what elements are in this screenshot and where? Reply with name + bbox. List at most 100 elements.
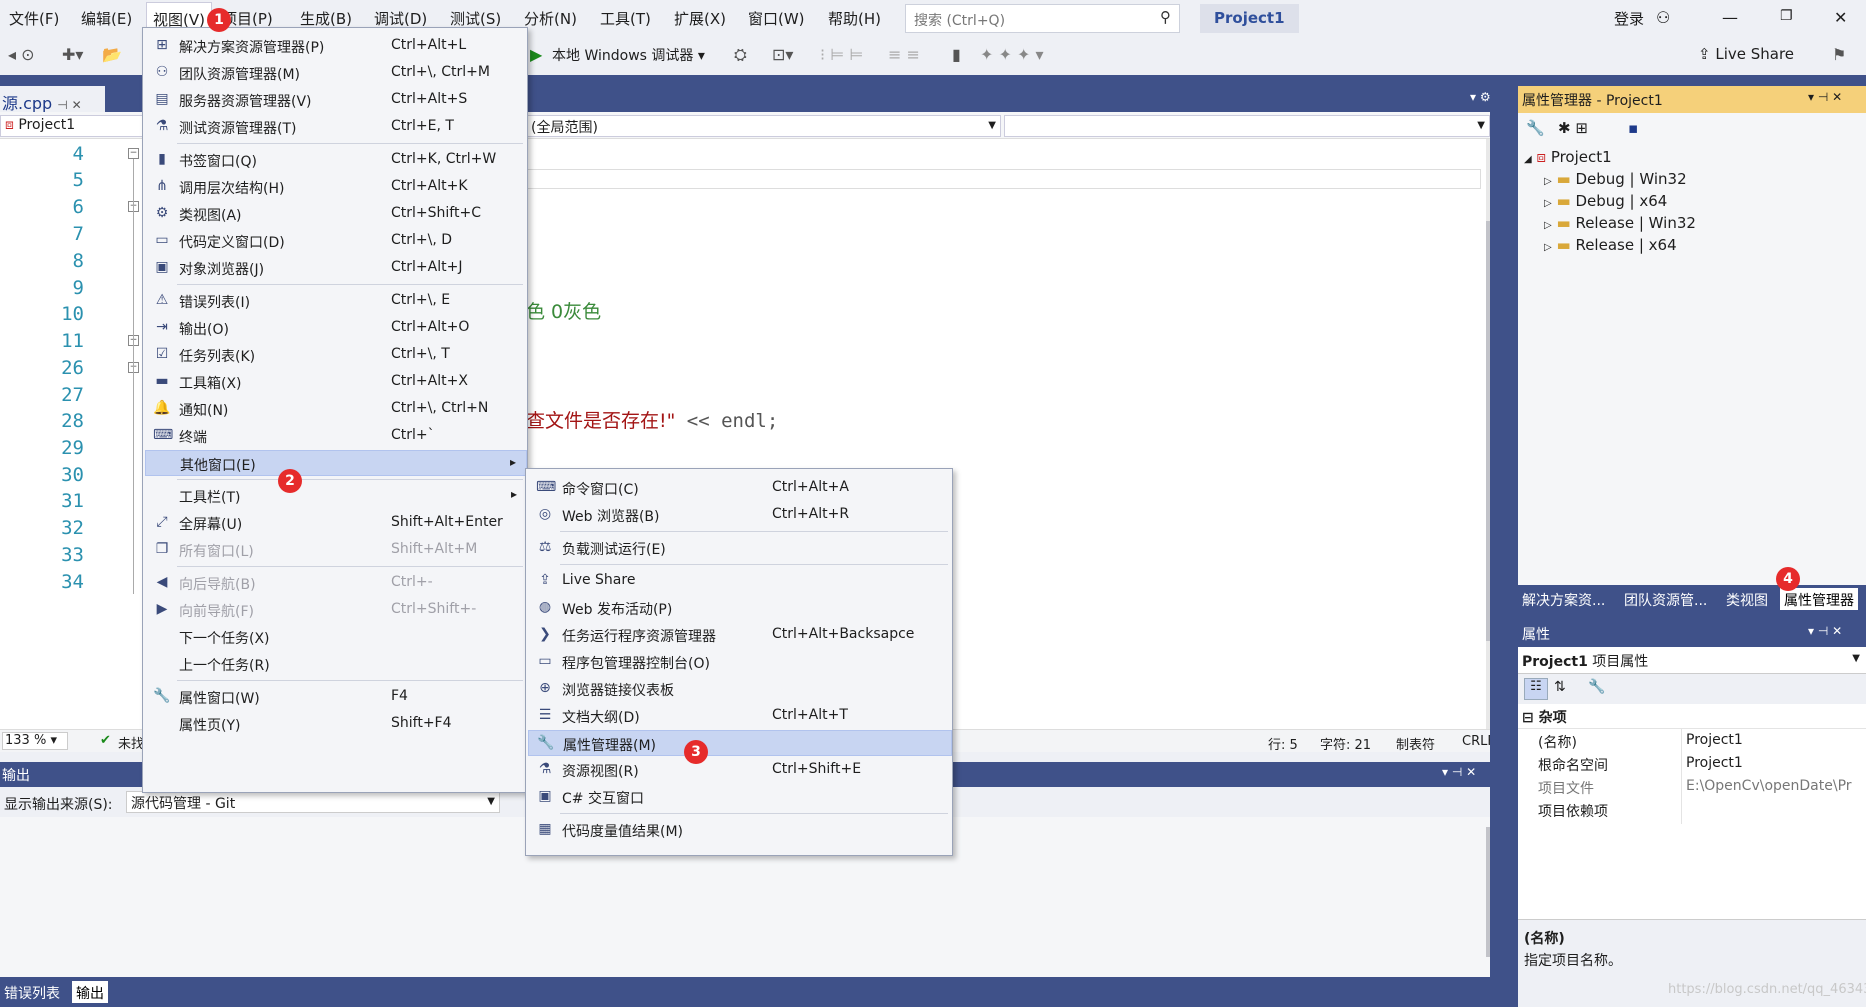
restore-button[interactable]: ❐	[1780, 8, 1793, 24]
view_menu-item[interactable]: ▮ 书签窗口(Q) Ctrl+K, Ctrl+W	[145, 147, 527, 173]
bookmark-toggle-icon[interactable]: ▮	[952, 45, 961, 64]
view_menu-item[interactable]: ▤ 服务器资源管理器(V) Ctrl+Alt+S	[145, 87, 527, 113]
view_menu-item[interactable]: 上一个任务(R)	[145, 651, 527, 677]
tree-config[interactable]: ▷ ▬ Release | x64	[1544, 236, 1677, 254]
comment-icon[interactable]: ≡ ≡	[888, 45, 920, 64]
feedback-icon[interactable]: ⚑	[1832, 45, 1846, 64]
property-pages-icon[interactable]: 🔧	[1588, 679, 1605, 695]
save-icon[interactable]: ▪	[1628, 119, 1638, 137]
view_menu-item[interactable]: 属性页(Y) Shift+F4	[145, 711, 527, 737]
close-window-button[interactable]: ✕	[1834, 8, 1847, 27]
property-value[interactable]: Project1	[1686, 732, 1743, 748]
other_windows_menu-item[interactable]: ◎ Web 浏览器(B) Ctrl+Alt+R	[528, 502, 952, 528]
view_menu-item[interactable]: ▭ 代码定义窗口(D) Ctrl+\, D	[145, 228, 527, 254]
other_windows_menu-item[interactable]: ⚖ 负载测试运行(E)	[528, 535, 952, 561]
panel-controls-icon[interactable]: ▾ ⊣ ✕	[1442, 765, 1476, 779]
view_menu-item[interactable]: ⇥ 输出(O) Ctrl+Alt+O	[145, 315, 527, 341]
bookmark-nav-icon[interactable]: ✦ ✦ ✦ ▾	[980, 45, 1044, 64]
tab-team-explorer[interactable]: 团队资源管...	[1620, 588, 1711, 610]
view_menu-item[interactable]: ⊞ 解决方案资源管理器(P) Ctrl+Alt+L	[145, 33, 527, 59]
browser-icon[interactable]: ⊡▾	[772, 45, 793, 64]
view_menu-item[interactable]: ⤢ 全屏幕(U) Shift+Alt+Enter	[145, 510, 527, 536]
view_menu-item[interactable]: ⋔ 调用层次结构(H) Ctrl+Alt+K	[145, 174, 527, 200]
tab-mode-status[interactable]: 制表符	[1396, 734, 1435, 753]
tree-config[interactable]: ▷ ▬ Release | Win32	[1544, 214, 1696, 232]
other_windows_menu-item[interactable]: ▦ 代码度量值结果(M)	[528, 817, 952, 843]
scope-combo[interactable]: (全局范围) ▼	[526, 115, 1001, 137]
other_windows_menu-item[interactable]: ▣ C# 交互窗口	[528, 784, 952, 810]
open-icon[interactable]: 📂	[102, 45, 122, 64]
menu-test[interactable]: 测试(S)	[450, 8, 501, 29]
view_menu-item[interactable]: ⚠ 错误列表(I) Ctrl+\, E	[145, 288, 527, 314]
live-share-button[interactable]: ⇪ Live Share	[1698, 45, 1794, 63]
categorized-icon[interactable]: ☷	[1524, 678, 1548, 700]
view_menu-item[interactable]: ⌨ 终端 Ctrl+`	[145, 423, 527, 449]
wrench-icon[interactable]: 🔧	[1526, 119, 1545, 137]
other_windows_menu-item[interactable]: ⇪ Live Share	[528, 568, 952, 594]
view_menu-item[interactable]: ❐ 所有窗口(L) Shift+Alt+M	[145, 537, 527, 563]
panel-controls-icon[interactable]: ▾ ⊣ ✕	[1808, 90, 1842, 104]
view_menu-item[interactable]: ◀ 向后导航(B) Ctrl+-	[145, 570, 527, 596]
add-user-icon[interactable]: ⚇	[1656, 8, 1670, 27]
view_menu-item[interactable]: ⚇ 团队资源管理器(M) Ctrl+\, Ctrl+M	[145, 60, 527, 86]
view_menu-item[interactable]: 工具栏(T) ▸	[145, 483, 527, 509]
sort-alpha-icon[interactable]: ⇅	[1554, 679, 1566, 695]
view_menu-item[interactable]: 下一个任务(X)	[145, 624, 527, 650]
tab-output[interactable]: 输出	[72, 981, 108, 1003]
other_windows_menu-item[interactable]: ▭ 程序包管理器控制台(O)	[528, 649, 952, 675]
member-combo[interactable]: ▼	[1004, 115, 1490, 137]
property-category[interactable]: ⊟ 杂项	[1522, 707, 1567, 727]
view_menu-item[interactable]: 🔔 通知(N) Ctrl+\, Ctrl+N	[145, 396, 527, 422]
view_menu-item[interactable]: ▬ 工具箱(X) Ctrl+Alt+X	[145, 369, 527, 395]
panel-splitter[interactable]	[1490, 75, 1518, 1007]
view_menu-item[interactable]: ⚙ 类视图(A) Ctrl+Shift+C	[145, 201, 527, 227]
file-tab[interactable]: 源.cpp ⊣ ✕	[0, 86, 105, 113]
menu-extensions[interactable]: 扩展(X)	[674, 8, 726, 29]
tab-class-view[interactable]: 类视图	[1722, 588, 1772, 610]
other_windows_menu-item[interactable]: 🔧 属性管理器(M)	[528, 730, 952, 756]
zoom-combo[interactable]: 133 % ▾	[2, 732, 68, 750]
tab-dropdown-icon[interactable]: ▾ ⚙	[1470, 90, 1491, 104]
minimize-button[interactable]: —	[1722, 8, 1738, 27]
attach-icon[interactable]: ⛭	[734, 45, 747, 65]
fold-toggle-icon[interactable]: −	[128, 148, 139, 159]
menu-build[interactable]: 生成(B)	[300, 8, 352, 29]
other_windows_menu-item[interactable]: ◍ Web 发布活动(P)	[528, 595, 952, 621]
properties-object-selector[interactable]: Project1 项目属性 ▼	[1518, 647, 1866, 674]
tree-root-project[interactable]: ◢ ⧈ Project1	[1524, 148, 1612, 166]
view_menu-item[interactable]: ☑ 任务列表(K) Ctrl+\, T	[145, 342, 527, 368]
tab-solution-explorer[interactable]: 解决方案资...	[1518, 588, 1609, 610]
start-debug-icon[interactable]: ▶	[530, 45, 542, 64]
menu-tools[interactable]: 工具(T)	[600, 8, 651, 29]
other_windows_menu-item[interactable]: ⚗ 资源视图(R) Ctrl+Shift+E	[528, 757, 952, 783]
new-project-icon[interactable]: ✚▾	[62, 45, 83, 64]
view_menu-item[interactable]: ⚗ 测试资源管理器(T) Ctrl+E, T	[145, 114, 527, 140]
other_windows_menu-item[interactable]: ❯ 任务运行程序资源管理器 Ctrl+Alt+Backsapce	[528, 622, 952, 648]
panel-controls-icon[interactable]: ▾ ⊣ ✕	[1808, 624, 1842, 638]
view_menu-item[interactable]: ▣ 对象浏览器(J) Ctrl+Alt+J	[145, 255, 527, 281]
other_windows_menu-item[interactable]: ⌨ 命令窗口(C) Ctrl+Alt+A	[528, 475, 952, 501]
menu-help[interactable]: 帮助(H)	[828, 8, 881, 29]
view_menu-item[interactable]: 🔧 属性窗口(W) F4	[145, 684, 527, 710]
menu-analyze[interactable]: 分析(N)	[524, 8, 577, 29]
debugger-dropdown[interactable]: 本地 Windows 调试器 ▾	[552, 45, 705, 65]
view_menu-item[interactable]: ▶ 向前导航(F) Ctrl+Shift+-	[145, 597, 527, 623]
property-value[interactable]: Project1	[1686, 755, 1743, 771]
back-icon[interactable]: ◂ ⊙	[8, 45, 35, 64]
login-link[interactable]: 登录	[1614, 8, 1644, 29]
tree-config[interactable]: ▷ ▬ Debug | x64	[1544, 192, 1667, 210]
other_windows_menu-item[interactable]: ☰ 文档大纲(D) Ctrl+Alt+T	[528, 703, 952, 729]
search-input[interactable]: 搜索 (Ctrl+Q) ⚲	[905, 4, 1180, 33]
add-property-sheet-icon[interactable]: ✱ ⊞	[1558, 119, 1588, 137]
issues-status[interactable]: 未找	[118, 733, 144, 752]
menu-file[interactable]: 文件(F)	[9, 8, 59, 29]
other_windows_menu-item[interactable]: ⊕ 浏览器链接仪表板	[528, 676, 952, 702]
menu-debug[interactable]: 调试(D)	[374, 8, 427, 29]
menu-edit[interactable]: 编辑(E)	[81, 8, 132, 29]
menu-window[interactable]: 窗口(W)	[748, 8, 805, 29]
tab-property-manager[interactable]: 属性管理器	[1780, 588, 1858, 610]
output-source-select[interactable]: 源代码管理 - Git ▼	[126, 791, 500, 813]
format-icon[interactable]: ⁝ ⊨ ⊨	[820, 45, 863, 64]
tab-error-list[interactable]: 错误列表	[0, 981, 64, 1003]
view_menu-item[interactable]: 其他窗口(E) ▸	[145, 450, 527, 476]
